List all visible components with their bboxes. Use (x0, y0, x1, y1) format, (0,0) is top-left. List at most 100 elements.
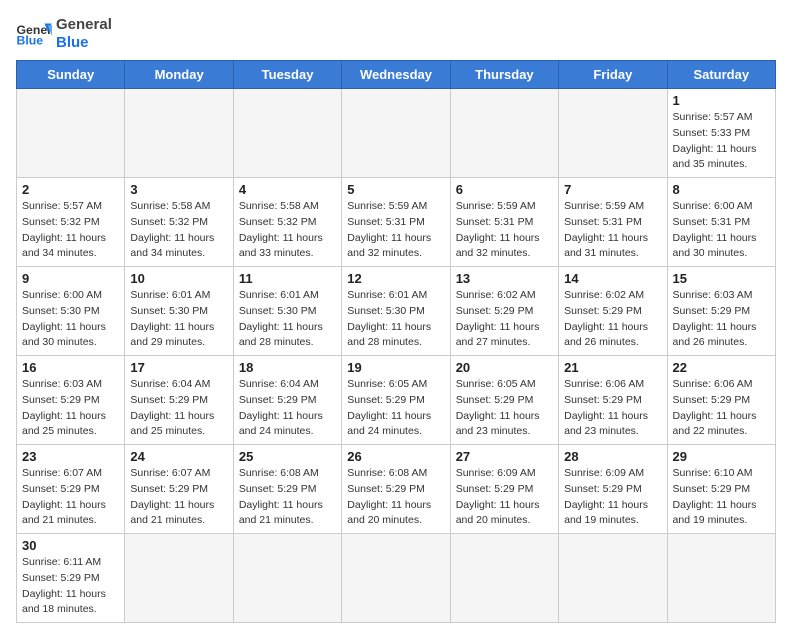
day-number: 25 (239, 449, 336, 464)
svg-text:Blue: Blue (17, 34, 44, 48)
day-info: Sunrise: 5:59 AM Sunset: 5:31 PM Dayligh… (564, 199, 661, 262)
calendar-cell: 3 Sunrise: 5:58 AM Sunset: 5:32 PM Daylig… (125, 178, 233, 267)
day-info: Sunrise: 6:04 AM Sunset: 5:29 PM Dayligh… (239, 377, 336, 440)
calendar-cell (233, 89, 341, 178)
calendar-cell: 5 Sunrise: 5:59 AM Sunset: 5:31 PM Daylig… (342, 178, 450, 267)
calendar-cell (233, 534, 341, 623)
calendar-week-row: 2 Sunrise: 5:57 AM Sunset: 5:32 PM Daylig… (17, 178, 776, 267)
day-number: 9 (22, 271, 119, 286)
calendar-week-row: 23 Sunrise: 6:07 AM Sunset: 5:29 PM Dayli… (17, 445, 776, 534)
day-info: Sunrise: 6:01 AM Sunset: 5:30 PM Dayligh… (347, 288, 444, 351)
logo-text-general: General (56, 16, 112, 34)
day-number: 17 (130, 360, 227, 375)
calendar-cell: 22 Sunrise: 6:06 AM Sunset: 5:29 PM Dayli… (667, 356, 775, 445)
logo-icon: General Blue (16, 20, 52, 48)
day-info: Sunrise: 6:02 AM Sunset: 5:29 PM Dayligh… (456, 288, 553, 351)
day-info: Sunrise: 6:03 AM Sunset: 5:29 PM Dayligh… (673, 288, 770, 351)
day-info: Sunrise: 6:08 AM Sunset: 5:29 PM Dayligh… (239, 466, 336, 529)
day-number: 10 (130, 271, 227, 286)
weekday-header-sunday: Sunday (17, 61, 125, 89)
day-info: Sunrise: 6:09 AM Sunset: 5:29 PM Dayligh… (456, 466, 553, 529)
calendar-cell: 19 Sunrise: 6:05 AM Sunset: 5:29 PM Dayli… (342, 356, 450, 445)
day-number: 20 (456, 360, 553, 375)
day-info: Sunrise: 5:57 AM Sunset: 5:33 PM Dayligh… (673, 110, 770, 173)
calendar-cell: 11 Sunrise: 6:01 AM Sunset: 5:30 PM Dayli… (233, 267, 341, 356)
day-info: Sunrise: 5:58 AM Sunset: 5:32 PM Dayligh… (130, 199, 227, 262)
calendar-cell: 9Sunrise: 6:00 AM Sunset: 5:30 PM Daylig… (17, 267, 125, 356)
weekday-header-wednesday: Wednesday (342, 61, 450, 89)
calendar-cell: 13 Sunrise: 6:02 AM Sunset: 5:29 PM Dayli… (450, 267, 558, 356)
day-number: 15 (673, 271, 770, 286)
calendar-cell: 26 Sunrise: 6:08 AM Sunset: 5:29 PM Dayli… (342, 445, 450, 534)
weekday-header-friday: Friday (559, 61, 667, 89)
calendar-cell (125, 534, 233, 623)
calendar-cell: 16Sunrise: 6:03 AM Sunset: 5:29 PM Dayli… (17, 356, 125, 445)
calendar-cell: 18Sunrise: 6:04 AM Sunset: 5:29 PM Dayli… (233, 356, 341, 445)
calendar-cell: 17 Sunrise: 6:04 AM Sunset: 5:29 PM Dayli… (125, 356, 233, 445)
calendar-cell (450, 89, 558, 178)
day-number: 24 (130, 449, 227, 464)
day-number: 14 (564, 271, 661, 286)
day-number: 19 (347, 360, 444, 375)
calendar-cell: 28Sunrise: 6:09 AM Sunset: 5:29 PM Dayli… (559, 445, 667, 534)
weekday-header-row: SundayMondayTuesdayWednesdayThursdayFrid… (17, 61, 776, 89)
day-info: Sunrise: 5:57 AM Sunset: 5:32 PM Dayligh… (22, 199, 119, 262)
logo-text-blue: Blue (56, 34, 112, 52)
calendar-cell: 21Sunrise: 6:06 AM Sunset: 5:29 PM Dayli… (559, 356, 667, 445)
calendar-cell: 27 Sunrise: 6:09 AM Sunset: 5:29 PM Dayli… (450, 445, 558, 534)
day-number: 29 (673, 449, 770, 464)
calendar-week-row: 9Sunrise: 6:00 AM Sunset: 5:30 PM Daylig… (17, 267, 776, 356)
day-number: 6 (456, 182, 553, 197)
day-number: 27 (456, 449, 553, 464)
calendar-cell (342, 89, 450, 178)
day-info: Sunrise: 5:58 AM Sunset: 5:32 PM Dayligh… (239, 199, 336, 262)
calendar-cell: 8 Sunrise: 6:00 AM Sunset: 5:31 PM Daylig… (667, 178, 775, 267)
calendar-table: SundayMondayTuesdayWednesdayThursdayFrid… (16, 60, 776, 623)
day-info: Sunrise: 6:00 AM Sunset: 5:31 PM Dayligh… (673, 199, 770, 262)
day-number: 22 (673, 360, 770, 375)
calendar-cell: 2 Sunrise: 5:57 AM Sunset: 5:32 PM Daylig… (17, 178, 125, 267)
calendar-cell: 29 Sunrise: 6:10 AM Sunset: 5:29 PM Dayli… (667, 445, 775, 534)
day-info: Sunrise: 6:07 AM Sunset: 5:29 PM Dayligh… (130, 466, 227, 529)
day-number: 5 (347, 182, 444, 197)
calendar-cell: 1 Sunrise: 5:57 AM Sunset: 5:33 PM Daylig… (667, 89, 775, 178)
calendar-cell: 6Sunrise: 5:59 AM Sunset: 5:31 PM Daylig… (450, 178, 558, 267)
calendar-cell (125, 89, 233, 178)
day-info: Sunrise: 6:01 AM Sunset: 5:30 PM Dayligh… (239, 288, 336, 351)
day-number: 7 (564, 182, 661, 197)
day-number: 8 (673, 182, 770, 197)
day-number: 23 (22, 449, 119, 464)
day-number: 26 (347, 449, 444, 464)
day-number: 11 (239, 271, 336, 286)
calendar-cell (17, 89, 125, 178)
calendar-cell: 15 Sunrise: 6:03 AM Sunset: 5:29 PM Dayli… (667, 267, 775, 356)
calendar-cell: 24 Sunrise: 6:07 AM Sunset: 5:29 PM Dayli… (125, 445, 233, 534)
day-number: 16 (22, 360, 119, 375)
day-info: Sunrise: 6:06 AM Sunset: 5:29 PM Dayligh… (673, 377, 770, 440)
day-number: 12 (347, 271, 444, 286)
day-info: Sunrise: 6:06 AM Sunset: 5:29 PM Dayligh… (564, 377, 661, 440)
day-number: 1 (673, 93, 770, 108)
day-info: Sunrise: 6:05 AM Sunset: 5:29 PM Dayligh… (347, 377, 444, 440)
calendar-cell: 4 Sunrise: 5:58 AM Sunset: 5:32 PM Daylig… (233, 178, 341, 267)
weekday-header-saturday: Saturday (667, 61, 775, 89)
weekday-header-thursday: Thursday (450, 61, 558, 89)
day-info: Sunrise: 6:04 AM Sunset: 5:29 PM Dayligh… (130, 377, 227, 440)
calendar-cell: 23 Sunrise: 6:07 AM Sunset: 5:29 PM Dayli… (17, 445, 125, 534)
calendar-cell (667, 534, 775, 623)
calendar-cell: 7 Sunrise: 5:59 AM Sunset: 5:31 PM Daylig… (559, 178, 667, 267)
day-number: 4 (239, 182, 336, 197)
calendar-week-row: 16Sunrise: 6:03 AM Sunset: 5:29 PM Dayli… (17, 356, 776, 445)
day-info: Sunrise: 6:08 AM Sunset: 5:29 PM Dayligh… (347, 466, 444, 529)
page-header: General Blue General Blue (16, 16, 776, 52)
day-number: 13 (456, 271, 553, 286)
day-info: Sunrise: 6:02 AM Sunset: 5:29 PM Dayligh… (564, 288, 661, 351)
calendar-week-row: 1 Sunrise: 5:57 AM Sunset: 5:33 PM Daylig… (17, 89, 776, 178)
day-number: 2 (22, 182, 119, 197)
calendar-cell (450, 534, 558, 623)
day-number: 3 (130, 182, 227, 197)
calendar-cell: 10Sunrise: 6:01 AM Sunset: 5:30 PM Dayli… (125, 267, 233, 356)
day-info: Sunrise: 5:59 AM Sunset: 5:31 PM Dayligh… (347, 199, 444, 262)
day-info: Sunrise: 6:07 AM Sunset: 5:29 PM Dayligh… (22, 466, 119, 529)
day-info: Sunrise: 6:10 AM Sunset: 5:29 PM Dayligh… (673, 466, 770, 529)
